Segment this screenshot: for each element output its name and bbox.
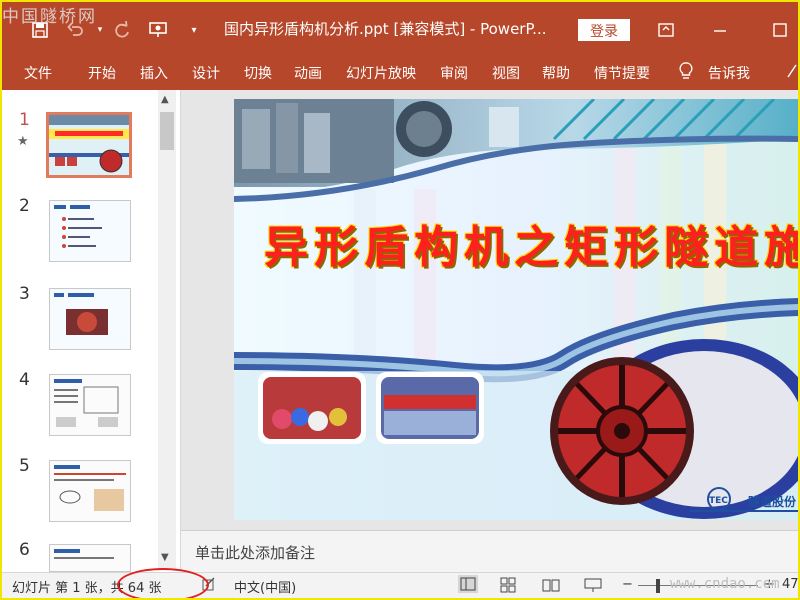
- scrollbar-thumb[interactable]: [160, 112, 174, 150]
- tab-help[interactable]: 帮助: [542, 63, 570, 83]
- language-indicator[interactable]: 中文(中国): [234, 577, 296, 596]
- thumbnail-scrollbar[interactable]: ▲ ▼: [158, 90, 176, 570]
- tab-review[interactable]: 审阅: [440, 63, 468, 83]
- tab-storyboarding[interactable]: 情节提要: [594, 63, 650, 83]
- site-watermark-bottom: www.cndao.com: [670, 576, 780, 592]
- tab-home[interactable]: 开始: [88, 63, 116, 83]
- slide-sorter-icon[interactable]: [500, 577, 516, 597]
- company-badge: TEC: [709, 496, 728, 506]
- slide-number-3: 3: [19, 284, 30, 304]
- tab-insert[interactable]: 插入: [140, 63, 168, 83]
- annotation-circle: [117, 568, 209, 598]
- current-slide[interactable]: TEC 异形盾构机之矩形隧道施工技术 隧道股份: [234, 99, 798, 520]
- window-title: 国内异形盾构机分析.ppt [兼容模式] - PowerP...: [224, 20, 547, 38]
- slide-thumbnail-2[interactable]: [49, 200, 131, 262]
- zoom-level[interactable]: 47: [782, 577, 798, 592]
- collapse-ribbon-icon[interactable]: [786, 63, 798, 83]
- notes-placeholder[interactable]: 单击此处添加备注: [195, 542, 315, 563]
- redo-icon[interactable]: [110, 18, 134, 42]
- notes-pane[interactable]: 单击此处添加备注: [181, 530, 798, 573]
- slide-thumbnail-5[interactable]: [49, 460, 131, 522]
- scroll-down-icon[interactable]: ▼: [161, 552, 169, 563]
- slide-title[interactable]: 异形盾构机之矩形隧道施工技术: [264, 211, 798, 275]
- tell-me-box[interactable]: 告诉我: [708, 63, 750, 83]
- reading-view-icon[interactable]: [542, 577, 560, 597]
- zoom-out-icon[interactable]: −: [622, 577, 633, 592]
- slide-thumbnail-3[interactable]: [49, 288, 131, 350]
- tab-file[interactable]: 文件: [24, 63, 52, 83]
- scroll-up-icon[interactable]: ▲: [161, 94, 169, 105]
- title-bar: ▾ ▾ 国内异形盾构机分析.ppt [兼容模式] - PowerP... 登录: [2, 2, 798, 54]
- slide-editing-area: TEC 异形盾构机之矩形隧道施工技术 隧道股份: [181, 90, 798, 530]
- lightbulb-icon[interactable]: [678, 61, 694, 85]
- tab-animations[interactable]: 动画: [294, 63, 322, 83]
- slide-number-1: 1: [19, 110, 30, 130]
- tab-design[interactable]: 设计: [192, 63, 220, 83]
- slide-thumbnail-pane: 1 ★ 2 3 4 5 6 ▲ ▼: [2, 90, 181, 572]
- tab-view[interactable]: 视图: [492, 63, 520, 83]
- site-watermark-top: 中国隧桥网: [2, 7, 97, 27]
- normal-view-icon[interactable]: [458, 575, 478, 593]
- slide-number-6: 6: [19, 540, 30, 560]
- slide-thumbnail-1[interactable]: [46, 112, 132, 178]
- slide-number-2: 2: [19, 196, 30, 216]
- powerpoint-window: ▾ ▾ 国内异形盾构机分析.ppt [兼容模式] - PowerP... 登录 …: [0, 0, 800, 600]
- zoom-slider-thumb[interactable]: [656, 579, 660, 593]
- slide-number-5: 5: [19, 456, 30, 476]
- customize-toolbar-icon[interactable]: ▾: [182, 18, 206, 42]
- animation-star-icon: ★: [17, 134, 29, 149]
- maximize-icon[interactable]: [768, 18, 792, 42]
- present-from-start-icon[interactable]: [146, 18, 170, 42]
- tab-transitions[interactable]: 切换: [244, 63, 272, 83]
- company-name: 隧道股份: [748, 495, 797, 509]
- ribbon-display-options-icon[interactable]: [654, 18, 678, 42]
- tab-slideshow[interactable]: 幻灯片放映: [346, 63, 416, 83]
- minimize-icon[interactable]: [708, 18, 732, 42]
- login-button[interactable]: 登录: [578, 19, 630, 41]
- slideshow-view-icon[interactable]: [584, 577, 602, 597]
- slide-number-4: 4: [19, 370, 30, 390]
- ribbon-tabs: 文件 开始 插入 设计 切换 动画 幻灯片放映 审阅 视图 帮助 情节提要 告诉…: [2, 54, 798, 90]
- slide-thumbnail-6[interactable]: [49, 544, 131, 572]
- slide-thumbnail-4[interactable]: [49, 374, 131, 436]
- slide-artwork: TEC: [234, 99, 798, 520]
